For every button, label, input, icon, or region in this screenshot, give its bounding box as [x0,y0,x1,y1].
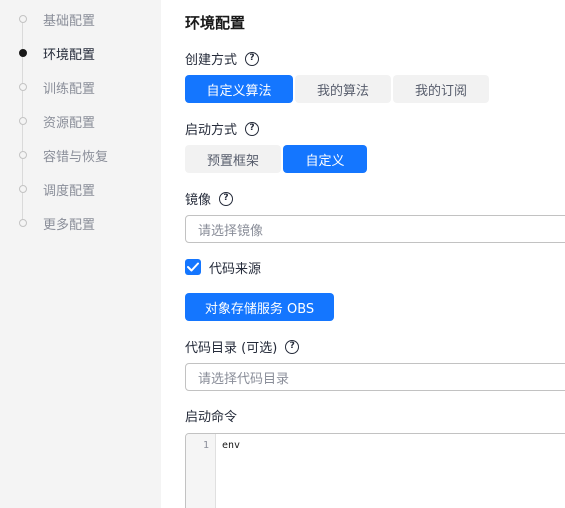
step-dot [19,15,27,23]
help-icon[interactable]: ? [219,191,234,206]
editor-gutter: 1 [186,434,216,508]
step-label: 容错与恢复 [43,149,109,165]
step-train-config[interactable]: 训练配置 [0,76,161,98]
step-fault-tolerance[interactable]: 容错与恢复 [0,144,161,166]
section-title: 环境配置 [185,14,246,32]
step-basic-config[interactable]: 基础配置 [0,8,161,30]
step-label: 资源配置 [43,115,96,131]
step-dot [19,185,27,193]
step-dot [19,117,27,125]
image-select-input[interactable]: 请选择镜像 [185,215,565,243]
boot-method-label-text: 启动方式 [185,123,238,138]
code-line[interactable]: env [222,440,240,451]
boot-option-preset-framework[interactable]: 预置框架 [185,145,281,173]
help-icon[interactable]: ? [285,339,300,354]
boot-option-custom[interactable]: 自定义 [283,145,367,173]
checkmark-icon [187,262,199,272]
code-source-label: 代码来源 [209,262,262,277]
image-label: 镜像 ? [185,189,234,208]
step-label: 调度配置 [43,183,96,199]
obs-storage-button[interactable]: 对象存储服务 OBS [185,293,334,321]
boot-method-label: 启动方式 ? [185,119,260,138]
step-env-config[interactable]: 环境配置 [0,42,161,64]
creation-method-label-text: 创建方式 [185,53,238,68]
step-dot-active [19,49,27,57]
env-config-form: 环境配置 创建方式 ? 自定义算法 我的算法 我的订阅 启动方式 ? 预置框架 … [161,0,565,508]
code-dir-label: 代码目录 (可选) ? [185,337,300,356]
step-more-config[interactable]: 更多配置 [0,212,161,234]
boot-command-label-text: 启动命令 [185,410,238,425]
code-source-checkbox[interactable] [185,259,201,275]
step-label: 基础配置 [43,13,96,29]
image-label-text: 镜像 [185,193,212,208]
boot-command-label: 启动命令 [185,406,237,425]
step-dot [19,219,27,227]
code-dir-label-text: 代码目录 (可选) [185,341,278,356]
creation-option-custom-algorithm[interactable]: 自定义算法 [185,75,293,103]
wizard-sidebar: 基础配置 环境配置 训练配置 资源配置 容错与恢复 调度配置 更多配置 [0,0,161,508]
boot-command-editor[interactable]: 1 env [185,433,565,508]
step-label: 更多配置 [43,217,96,233]
creation-option-my-subscription[interactable]: 我的订阅 [393,75,489,103]
creation-option-my-algorithm[interactable]: 我的算法 [295,75,391,103]
step-resource-config[interactable]: 资源配置 [0,110,161,132]
line-number: 1 [202,440,209,451]
code-dir-select-input[interactable]: 请选择代码目录 [185,363,565,391]
help-icon[interactable]: ? [245,51,260,66]
help-icon[interactable]: ? [245,121,260,136]
step-dot [19,151,27,159]
step-label: 训练配置 [43,81,96,97]
step-dot [19,83,27,91]
step-label: 环境配置 [43,47,96,63]
step-schedule-config[interactable]: 调度配置 [0,178,161,200]
creation-method-label: 创建方式 ? [185,49,260,68]
